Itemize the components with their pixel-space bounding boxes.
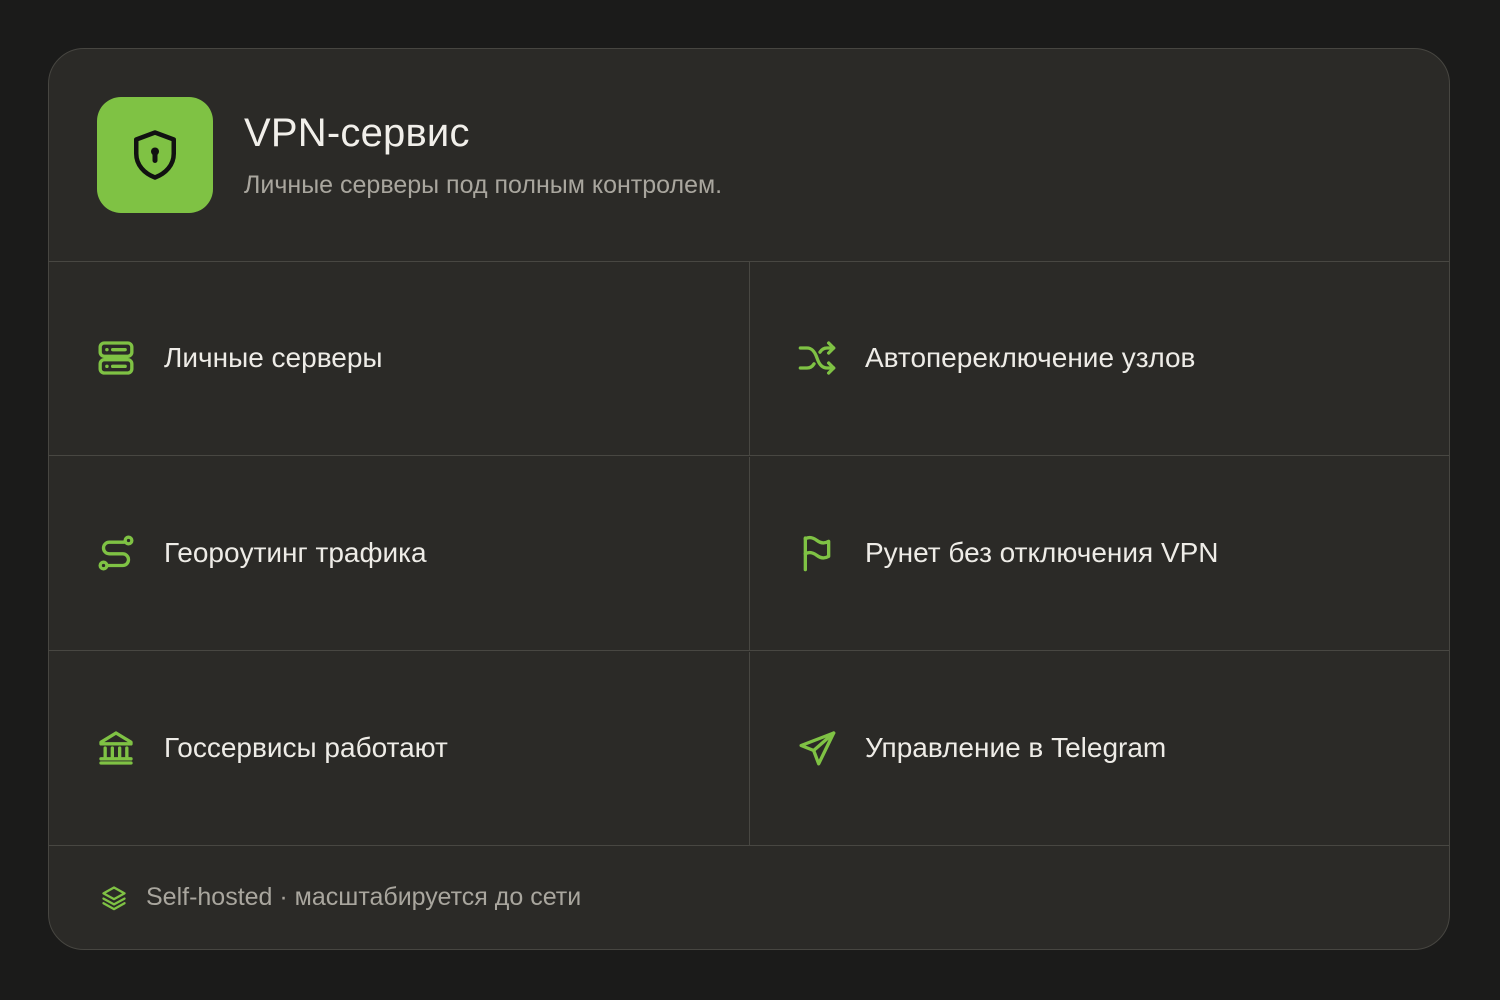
feature-label: Личные серверы — [164, 342, 383, 373]
route-icon — [96, 533, 136, 573]
vpn-service-card: VPN-сервис Личные серверы под полным кон… — [48, 48, 1450, 950]
feature-georouting: Георoутинг трафика — [49, 457, 750, 651]
card-header: VPN-сервис Личные серверы под полным кон… — [49, 49, 1449, 262]
feature-label: Рунет без отключения VPN — [865, 537, 1219, 568]
feature-personal-servers: Личные серверы — [49, 262, 750, 456]
page-subtitle: Личные серверы под полным контролем. — [244, 171, 723, 199]
feature-label: Георoутинг трафика — [164, 537, 427, 568]
footer-note: Self-hosted · масштабируется до сети — [146, 883, 582, 911]
shuffle-icon — [797, 338, 837, 378]
layers-icon — [100, 884, 128, 912]
bank-icon — [96, 728, 136, 768]
feature-auto-switch: Автопереключение узлов — [750, 262, 1449, 456]
server-icon — [96, 338, 136, 378]
feature-gov-services: Госсервисы работают — [49, 652, 750, 846]
features-grid: Личные серверы Автопереключение узлов Ге… — [49, 262, 1449, 846]
feature-label: Автопереключение узлов — [865, 342, 1196, 373]
shield-lock-icon — [97, 97, 213, 213]
feature-telegram: Управление в Telegram — [750, 652, 1449, 846]
send-icon — [797, 728, 837, 768]
feature-label: Управление в Telegram — [865, 732, 1167, 763]
flag-icon — [797, 533, 837, 573]
feature-label: Госсервисы работают — [164, 732, 448, 763]
card-footer: Self-hosted · масштабируется до сети — [49, 846, 1449, 949]
feature-runet: Рунет без отключения VPN — [750, 457, 1449, 651]
page-title: VPN-сервис — [244, 111, 470, 155]
